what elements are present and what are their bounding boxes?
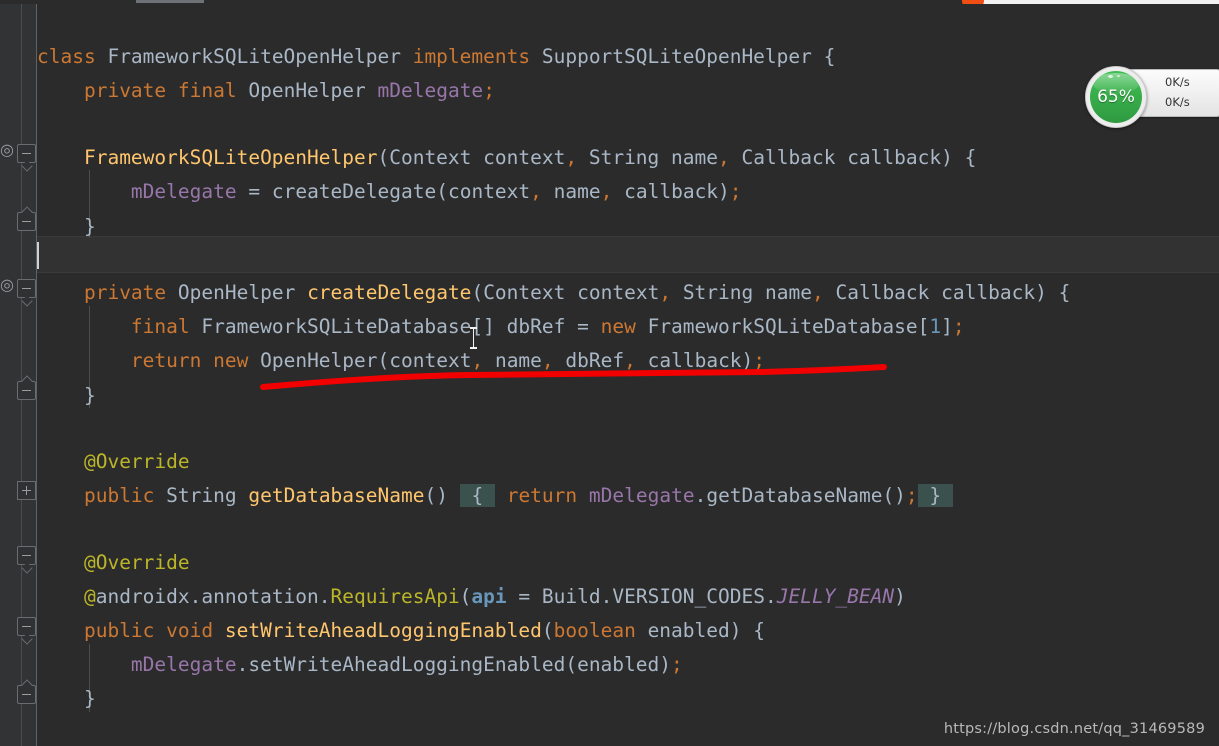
network-speed-widget[interactable]: ▲ 0K/s ▼ 0K/s 65% — [1085, 66, 1219, 128]
gauge-fill: 65% — [1090, 71, 1142, 123]
mouse-ibeam-cursor — [470, 327, 477, 349]
code-line[interactable]: } — [37, 682, 96, 716]
editor-tab-sliver[interactable] — [136, 0, 204, 3]
download-speed-value: 0K/s — [1165, 95, 1190, 109]
fold-region-end-3[interactable] — [17, 685, 36, 704]
fold-region-start-1[interactable] — [17, 144, 36, 163]
code-line[interactable]: class FrameworkSQLiteOpenHelper implemen… — [37, 40, 835, 74]
fold-region-start-4[interactable] — [17, 617, 36, 636]
override-gutter-marker-2[interactable]: ◎ — [0, 275, 14, 294]
code-line[interactable]: } — [37, 379, 96, 413]
fold-region-end-2[interactable] — [17, 381, 36, 400]
screenshot-root: ◎ ◎ class FrameworkSQLiteOpenHelper impl… — [0, 0, 1219, 746]
code-line[interactable]: public void setWriteAheadLoggingEnabled(… — [37, 614, 765, 648]
code-line[interactable]: final FrameworkSQLiteDatabase[] dbRef = … — [37, 310, 965, 344]
code-line[interactable]: FrameworkSQLiteOpenHelper(Context contex… — [37, 141, 976, 175]
code-line[interactable]: @Override — [37, 546, 190, 580]
code-lines: class FrameworkSQLiteOpenHelper implemen… — [37, 4, 1219, 746]
code-line[interactable]: private OpenHelper createDelegate(Contex… — [37, 276, 1070, 310]
code-line[interactable]: public String getDatabaseName() { return… — [37, 479, 953, 513]
code-line[interactable]: @androidx.annotation.RequiresApi(api = B… — [37, 580, 906, 614]
code-editor-surface[interactable]: class FrameworkSQLiteOpenHelper implemen… — [37, 4, 1219, 746]
code-line[interactable]: private final OpenHelper mDelegate; — [37, 74, 495, 108]
gauge-percent-label: 65% — [1097, 87, 1135, 107]
upload-speed-value: 0K/s — [1165, 75, 1190, 89]
override-gutter-marker-1[interactable]: ◎ — [0, 140, 14, 159]
code-line[interactable]: mDelegate = createDelegate(context, name… — [37, 175, 742, 209]
code-line[interactable]: mDelegate.setWriteAheadLoggingEnabled(en… — [37, 648, 683, 682]
fold-region-start-3[interactable] — [17, 546, 36, 565]
code-line[interactable]: @Override — [37, 445, 190, 479]
fold-region-end-1[interactable] — [17, 212, 36, 231]
code-line[interactable]: return new OpenHelper(context, name, dbR… — [37, 344, 765, 378]
fold-collapsed-plus[interactable] — [17, 481, 36, 500]
memory-gauge-button[interactable]: 65% — [1085, 66, 1147, 128]
watermark-text: https://blog.csdn.net/qq_31469589 — [943, 721, 1205, 737]
code-line[interactable]: } — [37, 210, 96, 244]
fold-region-start-2[interactable] — [17, 279, 36, 298]
